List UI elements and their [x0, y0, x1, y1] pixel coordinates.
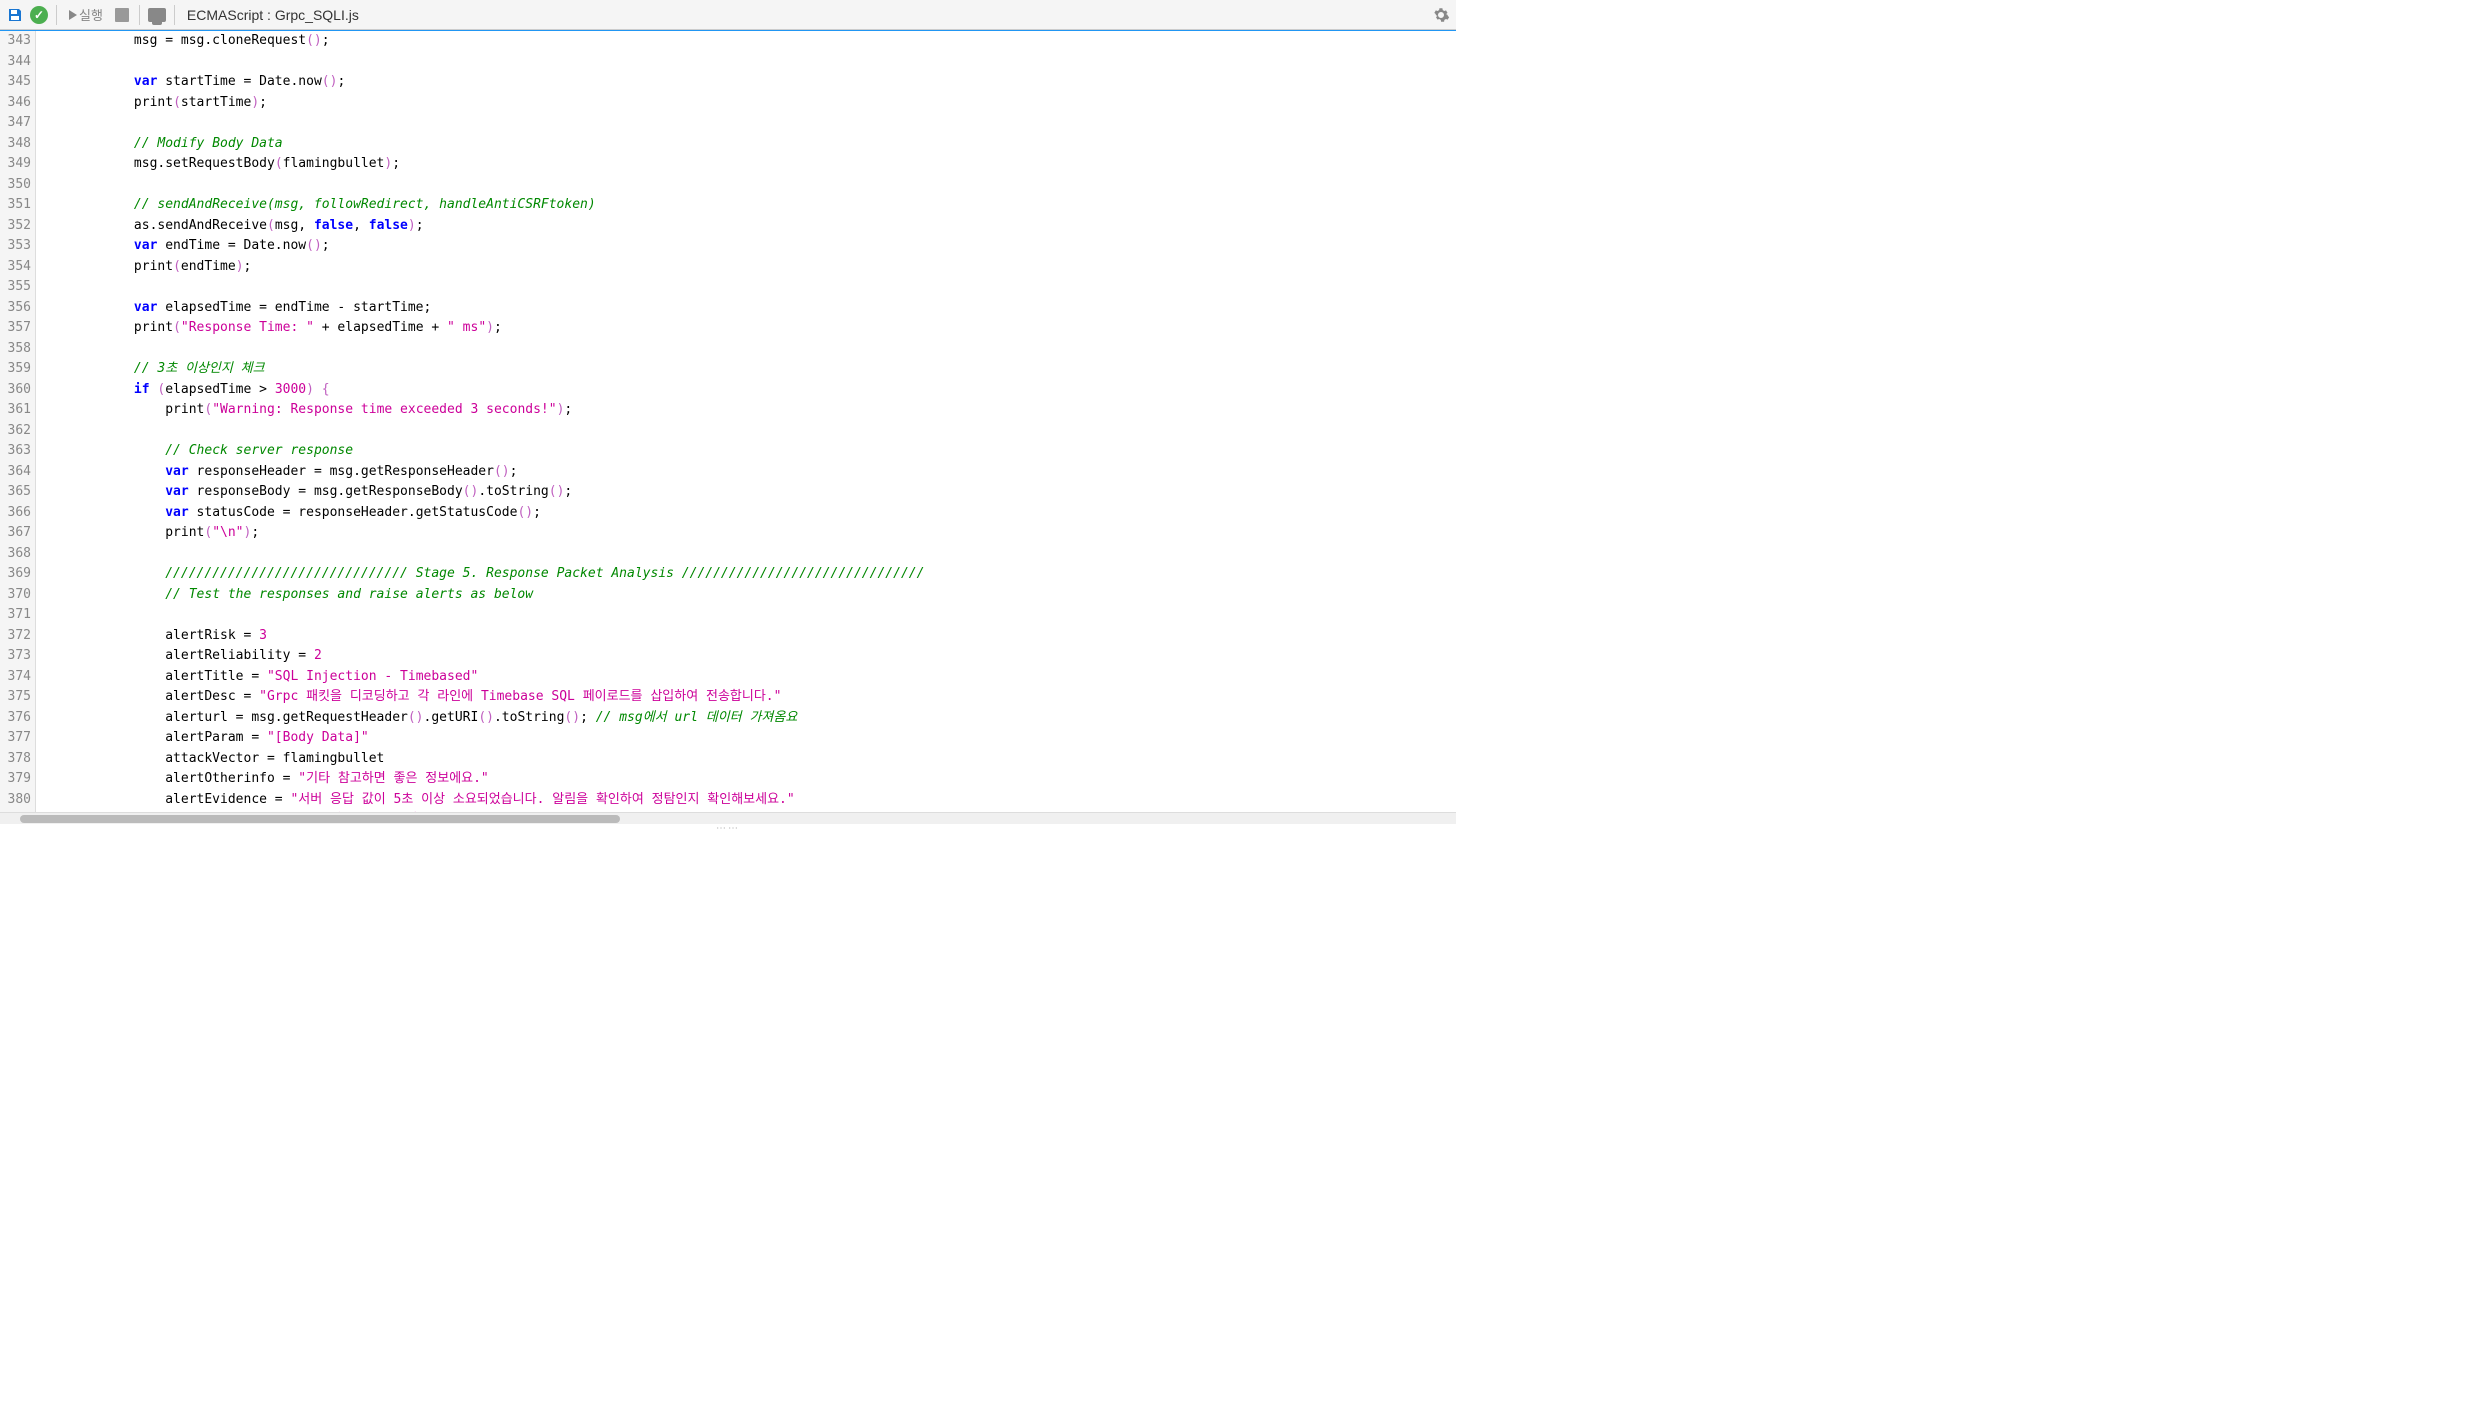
- run-button[interactable]: 실행: [63, 4, 109, 26]
- line-gutter: 343 344 345 346 347 348 349 350 351 352 …: [0, 31, 36, 812]
- validate-button[interactable]: ✓: [28, 4, 50, 26]
- separator: [139, 5, 140, 25]
- editor: 343 344 345 346 347 348 349 350 351 352 …: [0, 30, 1456, 812]
- run-label: 실행: [79, 5, 103, 24]
- play-icon: [69, 10, 77, 20]
- settings-button[interactable]: [1430, 4, 1452, 26]
- separator: [174, 5, 175, 25]
- resize-handle[interactable]: ⋯⋯: [0, 824, 1456, 832]
- stop-button[interactable]: [111, 4, 133, 26]
- console-button[interactable]: [146, 4, 168, 26]
- grip-icon: ⋯⋯: [716, 823, 740, 834]
- editor-title: ECMAScript : Grpc_SQLI.js: [187, 7, 359, 23]
- stop-icon: [115, 8, 129, 22]
- monitor-icon: [148, 8, 166, 22]
- toolbar: ✓ 실행 ECMAScript : Grpc_SQLI.js: [0, 0, 1456, 30]
- scrollbar-thumb[interactable]: [20, 815, 620, 823]
- gear-icon: [1432, 6, 1450, 24]
- save-button[interactable]: [4, 4, 26, 26]
- separator: [56, 5, 57, 25]
- check-icon: ✓: [30, 6, 48, 24]
- code-area[interactable]: msg = msg.cloneRequest(); var startTime …: [36, 31, 1456, 812]
